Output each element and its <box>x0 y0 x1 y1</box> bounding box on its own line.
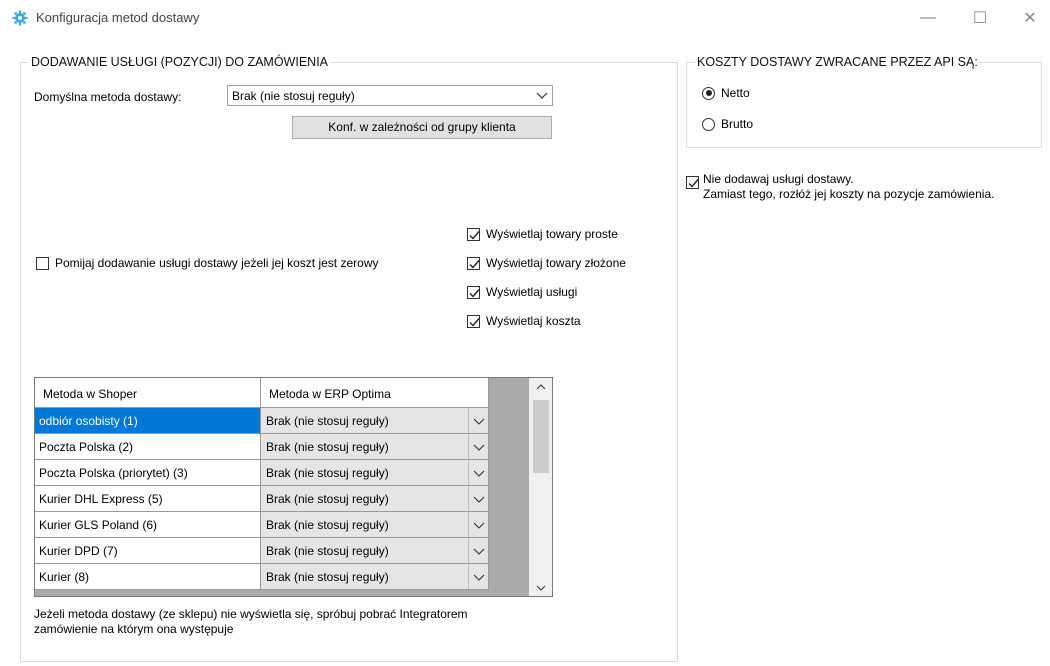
default-method-select[interactable]: Brak (nie stosuj reguły) <box>227 85 553 106</box>
table-row[interactable]: Kurier GLS Poland (6) Brak (nie stosuj r… <box>35 512 489 538</box>
column-header-erp[interactable]: Metoda w ERP Optima <box>261 378 489 408</box>
dropdown-button[interactable] <box>468 408 488 433</box>
display-complex-goods-label: Wyświetlaj towary złożone <box>486 256 626 270</box>
dropdown-button[interactable] <box>468 434 488 459</box>
grid-header: Metoda w Shoper Metoda w ERP Optima <box>35 378 489 408</box>
scroll-up-button[interactable] <box>529 378 552 395</box>
display-simple-goods-checkbox[interactable]: Wyświetlaj towary proste <box>467 227 618 241</box>
chevron-down-icon <box>473 470 485 477</box>
scrollbar-thumb[interactable] <box>533 400 549 473</box>
chevron-up-icon <box>536 383 545 389</box>
check-icon <box>467 285 480 299</box>
shop-method-cell[interactable]: Kurier DHL Express (5) <box>35 486 261 512</box>
radio-circle <box>702 117 715 131</box>
erp-method-value: Brak (nie stosuj reguły) <box>266 466 389 480</box>
erp-method-value: Brak (nie stosuj reguły) <box>266 518 389 532</box>
brutto-label: Brutto <box>721 117 754 131</box>
dropdown-button[interactable] <box>468 460 488 485</box>
default-method-label: Domyślna metoda dostawy: <box>34 90 182 104</box>
erp-method-select[interactable]: Brak (nie stosuj reguły) <box>261 564 489 590</box>
delivery-methods-grid[interactable]: Metoda w Shoper Metoda w ERP Optima odbi… <box>34 377 553 597</box>
vertical-scrollbar[interactable] <box>529 378 552 596</box>
display-simple-goods-label: Wyświetlaj towary proste <box>486 227 618 241</box>
dropdown-button[interactable] <box>468 486 488 511</box>
chevron-down-icon <box>536 92 548 99</box>
netto-label: Netto <box>721 86 750 100</box>
scroll-down-button[interactable] <box>529 579 552 596</box>
erp-method-select[interactable]: Brak (nie stosuj reguły) <box>261 486 489 512</box>
table-row[interactable]: odbiór osobisty (1) Brak (nie stosuj reg… <box>35 408 489 434</box>
shop-method-cell[interactable]: odbiór osobisty (1) <box>35 408 261 434</box>
table-row[interactable]: Kurier DHL Express (5) Brak (nie stosuj … <box>35 486 489 512</box>
erp-method-select[interactable]: Brak (nie stosuj reguły) <box>261 408 489 434</box>
note-line: Jeżeli metoda dostawy (ze sklepu) nie wy… <box>34 607 468 621</box>
erp-method-value: Brak (nie stosuj reguły) <box>266 440 389 454</box>
chevron-down-icon <box>473 574 485 581</box>
table-row[interactable]: Poczta Polska (2) Brak (nie stosuj reguł… <box>35 434 489 460</box>
title-bar: Konfiguracja metod dostawy — ☐ ✕ <box>0 0 1050 36</box>
chevron-down-icon <box>473 444 485 451</box>
close-button[interactable]: ✕ <box>1010 4 1050 32</box>
dropdown-button[interactable] <box>468 564 488 589</box>
group-title: KOSZTY DOSTAWY ZWRACANE PRZEZ API SĄ: <box>695 55 980 69</box>
shop-method-cell[interactable]: Poczta Polska (2) <box>35 434 261 460</box>
gear-icon <box>12 10 28 26</box>
client-group-config-button[interactable]: Konf. w zależności od grupy klienta <box>292 116 552 139</box>
no-delivery-service-checkbox[interactable]: Nie dodawaj usługi dostawy. Zamiast tego… <box>686 172 994 202</box>
dropdown-button[interactable] <box>468 512 488 537</box>
chevron-down-icon <box>473 418 485 425</box>
erp-method-select[interactable]: Brak (nie stosuj reguły) <box>261 538 489 564</box>
display-services-checkbox[interactable]: Wyświetlaj usługi <box>467 285 577 299</box>
chevron-down-icon <box>473 496 485 503</box>
checkbox-box <box>36 256 49 270</box>
shop-method-cell[interactable]: Poczta Polska (priorytet) (3) <box>35 460 261 486</box>
erp-method-select[interactable]: Brak (nie stosuj reguły) <box>261 512 489 538</box>
skip-zero-cost-checkbox[interactable]: Pomijaj dodawanie usługi dostawy jeżeli … <box>36 256 378 270</box>
label-line: Nie dodawaj usługi dostawy. <box>703 172 854 186</box>
erp-method-value: Brak (nie stosuj reguły) <box>266 414 389 428</box>
check-icon <box>686 176 699 189</box>
display-costs-label: Wyświetlaj koszta <box>486 314 581 328</box>
check-icon <box>467 314 480 328</box>
display-services-label: Wyświetlaj usługi <box>486 285 578 299</box>
no-delivery-service-label: Nie dodawaj usługi dostawy. Zamiast tego… <box>703 172 994 202</box>
chevron-down-icon <box>473 522 485 529</box>
radio-dot <box>705 90 712 96</box>
netto-radio[interactable]: Netto <box>702 86 750 100</box>
shop-method-cell[interactable]: Kurier (8) <box>35 564 261 590</box>
table-row[interactable]: Kurier DPD (7) Brak (nie stosuj reguły) <box>35 538 489 564</box>
display-costs-checkbox[interactable]: Wyświetlaj koszta <box>467 314 581 328</box>
table-row[interactable]: Poczta Polska (priorytet) (3) Brak (nie … <box>35 460 489 486</box>
display-complex-goods-checkbox[interactable]: Wyświetlaj towary złożone <box>467 256 626 270</box>
erp-method-value: Brak (nie stosuj reguły) <box>266 544 389 558</box>
dropdown-button[interactable] <box>468 538 488 563</box>
erp-method-value: Brak (nie stosuj reguły) <box>266 570 389 584</box>
skip-zero-cost-label: Pomijaj dodawanie usługi dostawy jeżeli … <box>55 256 379 270</box>
maximize-button[interactable]: ☐ <box>960 4 1000 32</box>
shop-method-cell[interactable]: Kurier GLS Poland (6) <box>35 512 261 538</box>
erp-method-select[interactable]: Brak (nie stosuj reguły) <box>261 434 489 460</box>
erp-method-value: Brak (nie stosuj reguły) <box>266 492 389 506</box>
group-title: DODAWANIE USŁUGI (POZYCJI) DO ZAMÓWIENIA <box>29 55 331 69</box>
check-icon <box>467 256 480 270</box>
chevron-down-icon <box>536 585 545 591</box>
window-title: Konfiguracja metod dostawy <box>36 10 200 25</box>
note-line: zamówienie na którym ona występuje <box>34 622 234 636</box>
default-method-value: Brak (nie stosuj reguły) <box>232 89 355 103</box>
brutto-radio[interactable]: Brutto <box>702 117 753 131</box>
column-header-shop[interactable]: Metoda w Shoper <box>35 378 261 408</box>
label-line: Zamiast tego, rozłóż jej koszty na pozyc… <box>703 187 995 201</box>
check-icon <box>467 227 480 241</box>
minimize-button[interactable]: — <box>908 4 948 32</box>
missing-method-note: Jeżeli metoda dostawy (ze sklepu) nie wy… <box>34 607 554 637</box>
shop-method-cell[interactable]: Kurier DPD (7) <box>35 538 261 564</box>
chevron-down-icon <box>473 548 485 555</box>
erp-method-select[interactable]: Brak (nie stosuj reguły) <box>261 460 489 486</box>
api-costs-group: KOSZTY DOSTAWY ZWRACANE PRZEZ API SĄ: <box>686 55 1042 148</box>
radio-circle <box>702 86 715 100</box>
table-row[interactable]: Kurier (8) Brak (nie stosuj reguły) <box>35 564 489 590</box>
